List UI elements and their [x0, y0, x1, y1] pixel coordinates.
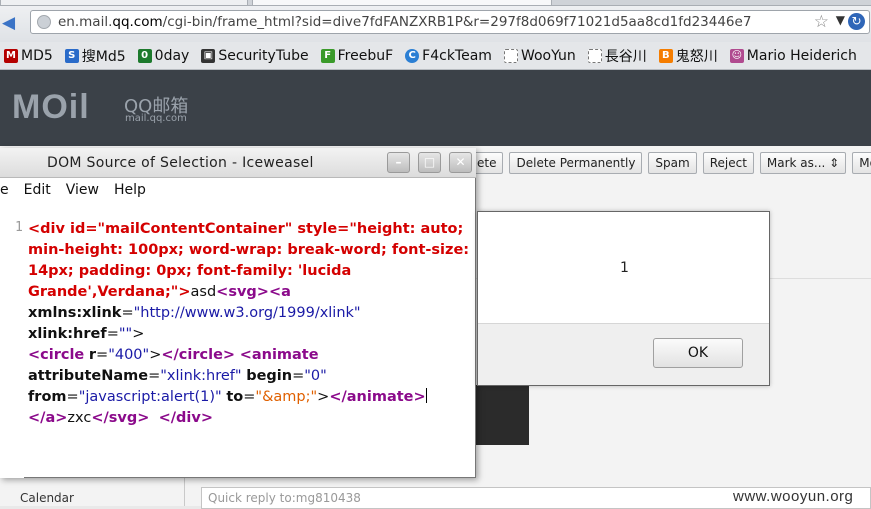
search-md5-icon: S — [64, 48, 79, 63]
line-gutter — [0, 208, 24, 478]
alert-dialog: 1 OK — [477, 211, 770, 386]
close-icon[interactable]: ✕ — [449, 152, 472, 173]
sidebar-item-calendar[interactable]: Calendar — [20, 491, 74, 505]
text-cursor — [425, 388, 427, 403]
bookmark-search-md5[interactable]: S 搜Md5 — [64, 46, 126, 66]
dom-source-window: DOM Source of Selection - Iceweasel – □ … — [0, 148, 476, 478]
f4ck-icon: C — [405, 48, 420, 63]
line-number: 1 — [15, 220, 23, 235]
md5-icon: M — [4, 48, 18, 63]
tv-icon: ▣ — [201, 48, 216, 63]
window-menubar: e Edit View Help — [0, 182, 161, 206]
window-title: DOM Source of Selection - Iceweasel — [47, 155, 314, 171]
sidebar-divider — [184, 475, 185, 506]
url-dropdown-icon[interactable]: ▼ — [836, 13, 845, 27]
url-text: en.mail.qq.com/cgi-bin/frame_html?sid=di… — [58, 14, 752, 30]
mark-as-select[interactable]: Mark as... ⇕ — [759, 152, 847, 174]
page-icon — [503, 48, 518, 63]
bookmark-f4ckteam[interactable]: C F4ckTeam — [405, 48, 492, 64]
globe-icon — [37, 15, 51, 29]
spam-button[interactable]: Spam — [648, 152, 697, 174]
watermark: www.wooyun.org — [733, 488, 854, 505]
alert-message: 1 — [620, 260, 629, 276]
bookmark-mario-heiderich[interactable]: ☺ Mario Heiderich — [729, 48, 857, 64]
alert-footer: OK — [478, 323, 769, 385]
bookmark-kinugawa[interactable]: B 鬼怒川 — [658, 46, 718, 66]
page-icon — [587, 48, 602, 63]
ok-button[interactable]: OK — [653, 338, 743, 368]
qqmail-logo[interactable]: MOil — [12, 88, 90, 127]
svg-circle-render[interactable] — [474, 385, 529, 445]
delete-permanently-button[interactable]: Delete Permanently — [509, 152, 643, 174]
bookmark-securitytube[interactable]: ▣ SecurityTube — [201, 48, 309, 64]
bookmark-hasegawa[interactable]: 長谷川 — [587, 46, 647, 66]
blogger-icon: B — [658, 48, 673, 63]
browser-navbar: ◀ en.mail.qq.com/cgi-bin/frame_html?sid=… — [0, 6, 871, 42]
reload-icon[interactable]: ↻ — [848, 13, 865, 30]
move-to-button[interactable]: Move t — [852, 152, 871, 174]
mail-toolbar: ete Delete Permanently Spam Reject Mark … — [470, 152, 871, 174]
maximize-icon[interactable]: □ — [418, 152, 441, 173]
menu-help[interactable]: Help — [114, 182, 146, 206]
bookmark-freebuf[interactable]: F FreebuF — [320, 48, 393, 64]
bookmark-0day[interactable]: 0 0day — [137, 48, 189, 64]
bookmark-wooyun[interactable]: WooYun — [503, 48, 576, 64]
freebuf-icon: F — [320, 48, 335, 63]
window-titlebar[interactable]: DOM Source of Selection - Iceweasel – □ … — [0, 148, 476, 178]
minimize-icon[interactable]: – — [387, 152, 410, 173]
reject-button[interactable]: Reject — [702, 152, 754, 174]
logo-domain: mail.qq.com — [125, 113, 187, 124]
menu-view[interactable]: View — [66, 182, 99, 206]
source-code[interactable]: <div id="mailContentContainer" style="he… — [28, 219, 473, 429]
menu-file[interactable]: e — [0, 182, 9, 206]
menu-edit[interactable]: Edit — [24, 182, 51, 206]
bookmark-star-icon[interactable]: ☆ — [814, 12, 829, 32]
back-arrow-icon[interactable]: ◀ — [2, 14, 22, 32]
bookmarks-toolbar: M MD5 S 搜Md5 0 0day ▣ SecurityTube F FreebuF … — [0, 42, 871, 70]
url-bar[interactable]: en.mail.qq.com/cgi-bin/frame_html?sid=di… — [30, 10, 870, 34]
person-icon: ☺ — [729, 48, 744, 63]
bookmark-md5[interactable]: M MD5 — [4, 48, 53, 64]
mail-header: MOil QQ邮箱 mail.qq.com — [0, 70, 871, 146]
0day-icon: 0 — [137, 48, 152, 63]
